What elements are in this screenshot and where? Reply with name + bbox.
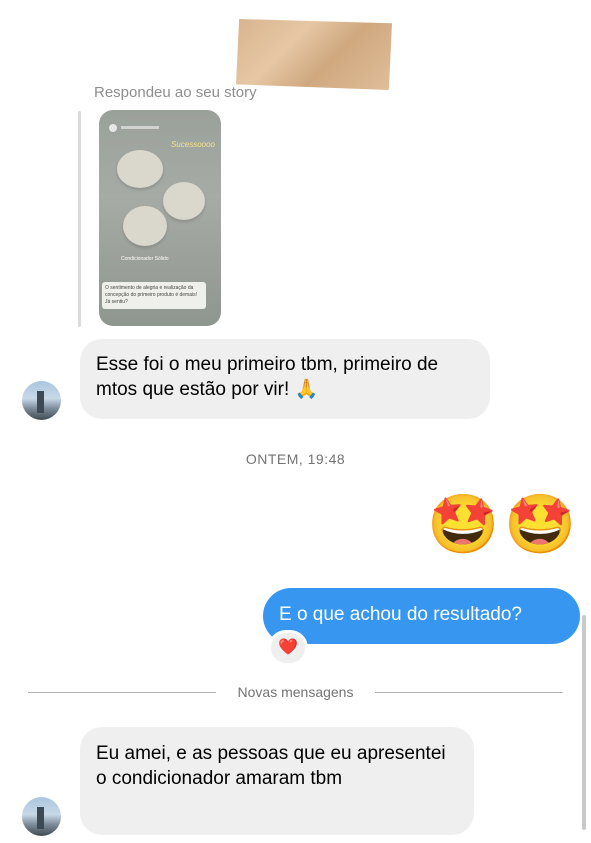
heart-reaction-icon[interactable]: ❤️ xyxy=(268,630,308,666)
story-username-line xyxy=(121,126,159,129)
product-bar-2 xyxy=(163,182,205,220)
redacted-username-patch xyxy=(236,19,392,90)
story-sticker-text: Sucessoooo xyxy=(170,140,215,149)
message-bubble-sent[interactable]: E o que achou do resultado? xyxy=(263,588,580,644)
product-bar-1 xyxy=(117,150,163,188)
reply-indicator-bar xyxy=(78,111,81,327)
story-reply-caption: Respondeu ao seu story xyxy=(94,84,257,101)
message-bubble-received[interactable]: Eu amei, e as pessoas que eu apresentei … xyxy=(80,727,474,835)
scrollbar[interactable] xyxy=(582,615,586,830)
new-messages-divider-right xyxy=(375,692,563,693)
message-timestamp: ONTEM, 19:48 xyxy=(245,451,346,467)
story-user-avatar xyxy=(109,124,117,132)
message-bubble-received[interactable]: Esse foi o meu primeiro tbm, primeiro de… xyxy=(80,339,490,419)
story-mid-text: Condicionador Sólido xyxy=(121,256,169,262)
product-bar-3 xyxy=(123,206,167,246)
avatar[interactable] xyxy=(22,381,61,420)
avatar[interactable] xyxy=(22,797,61,836)
star-struck-emoji[interactable]: 🤩 xyxy=(427,490,499,560)
story-note-text: O sentimento de alegria e realização da … xyxy=(102,282,206,309)
story-thumbnail[interactable]: Sucessoooo Condicionador Sólido O sentim… xyxy=(99,110,221,326)
star-struck-emoji[interactable]: 🤩 xyxy=(504,490,576,560)
